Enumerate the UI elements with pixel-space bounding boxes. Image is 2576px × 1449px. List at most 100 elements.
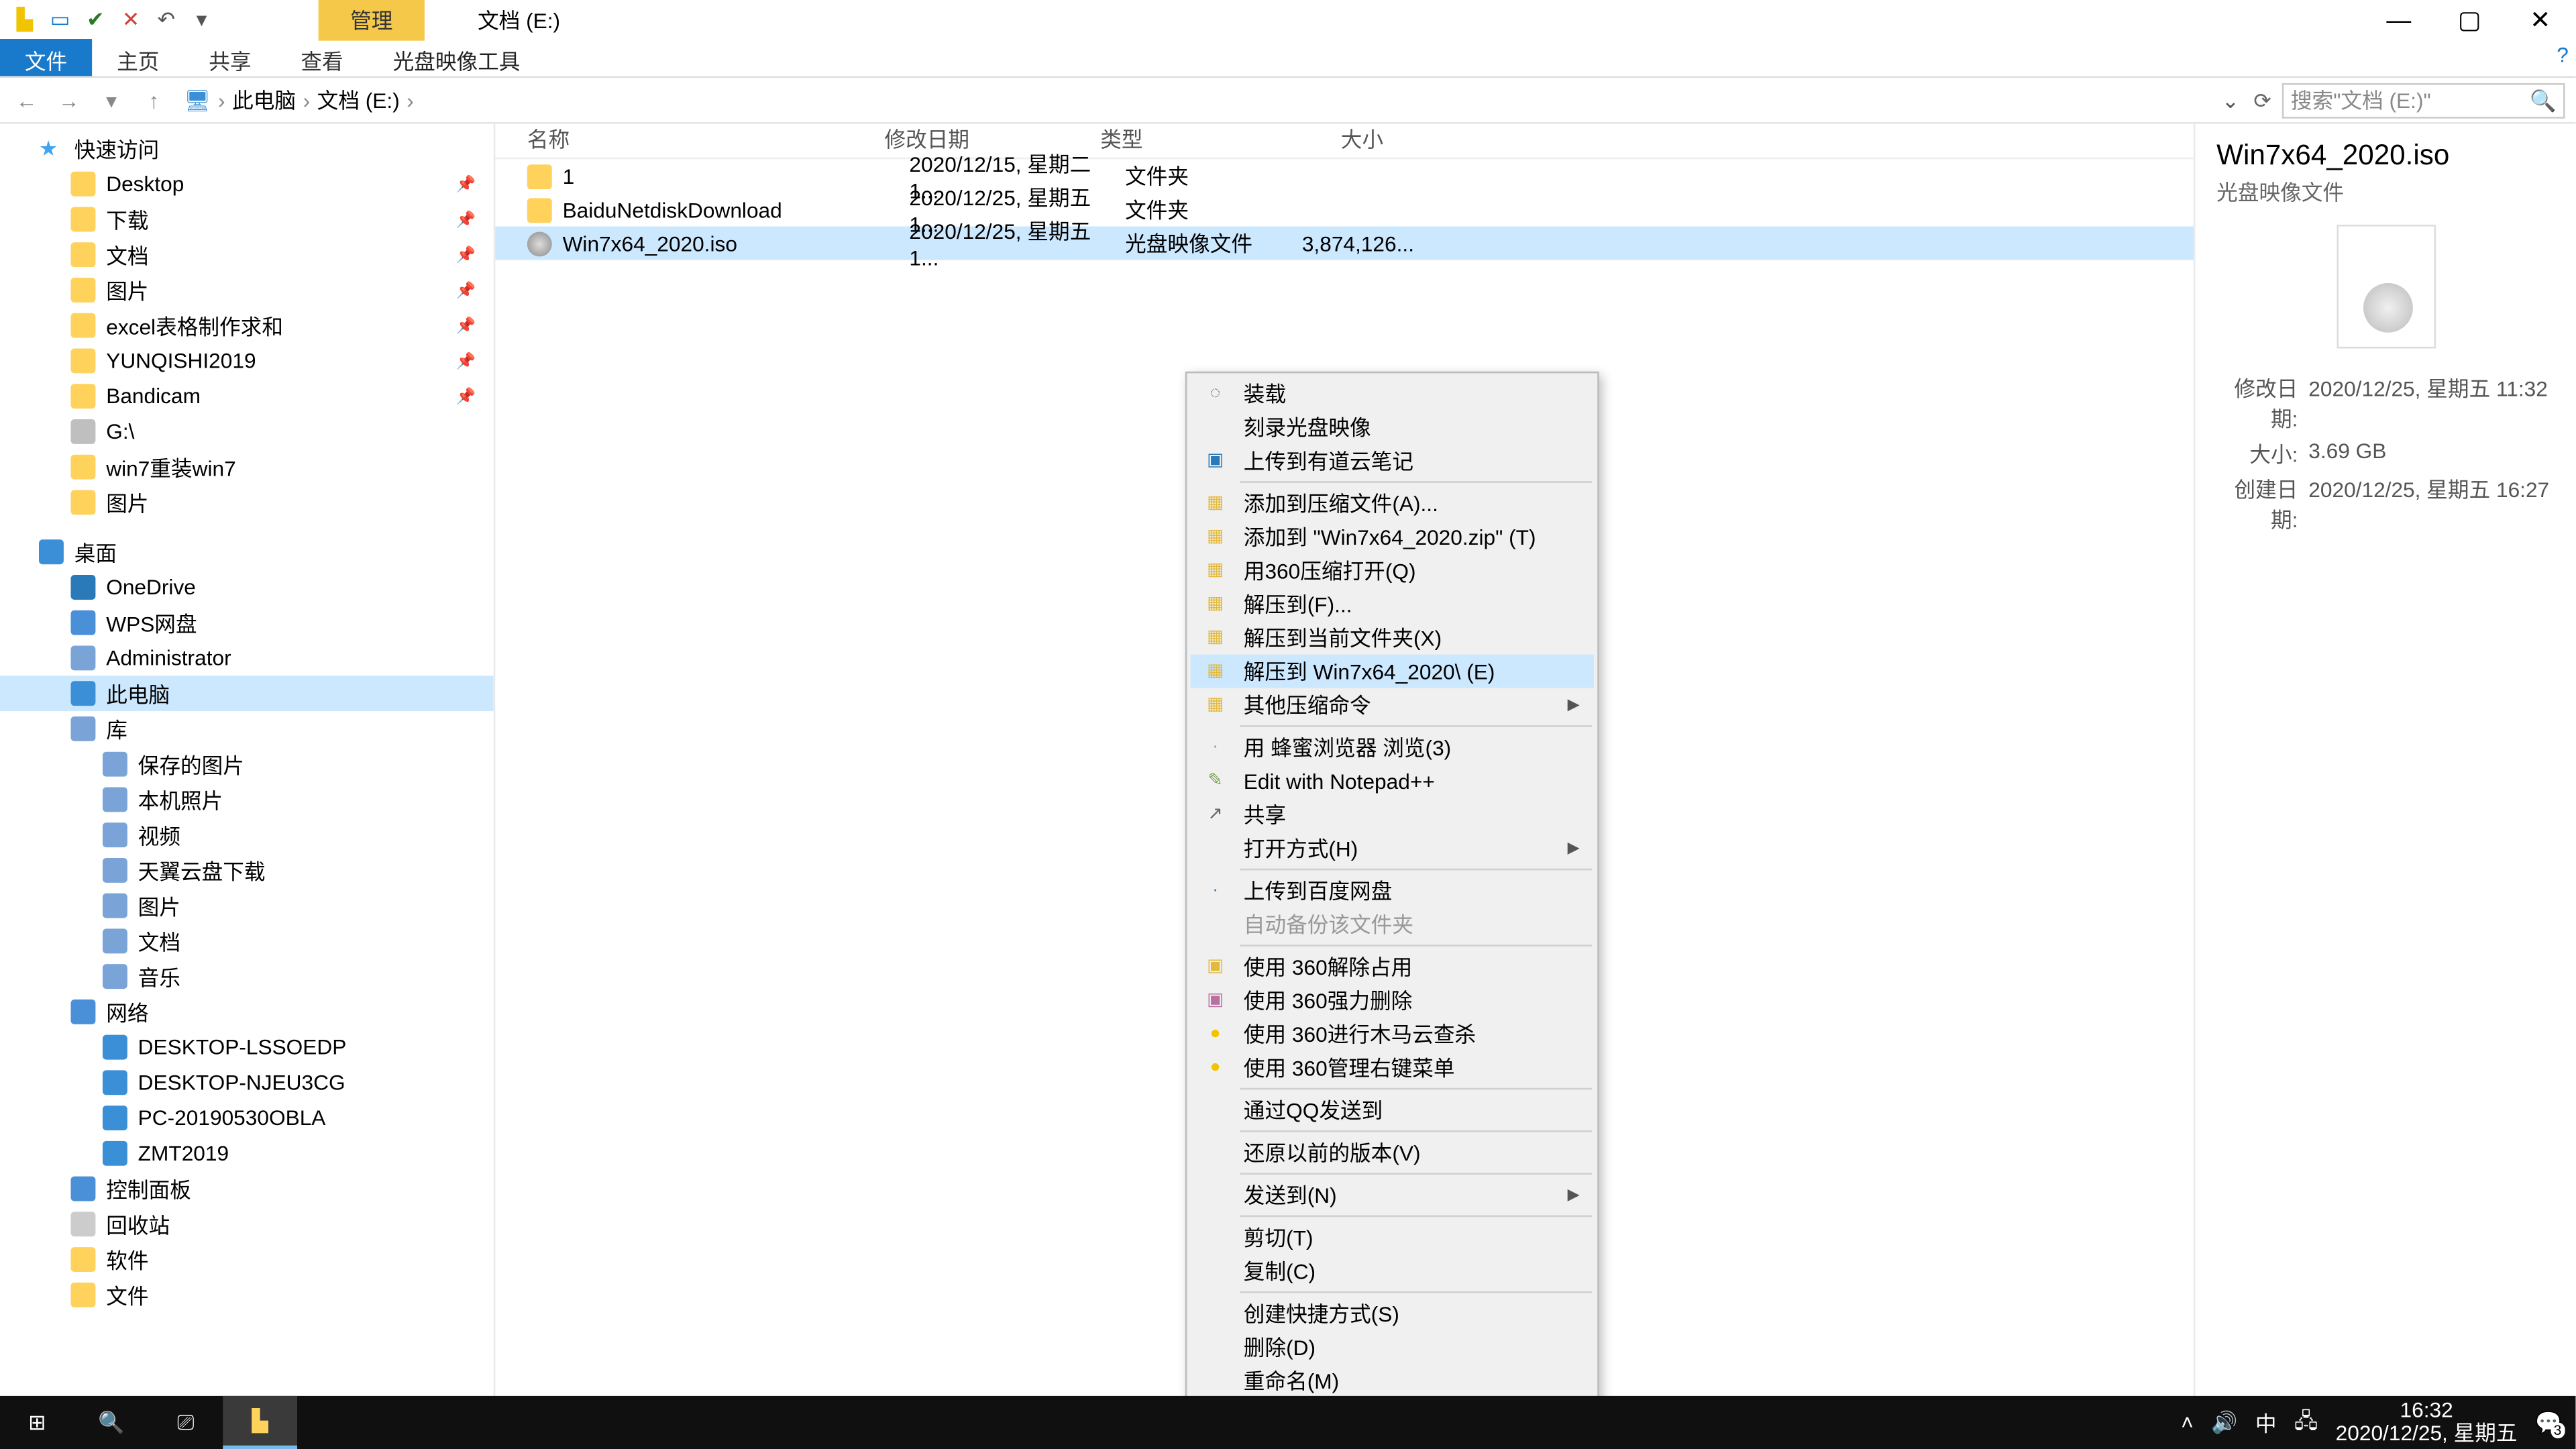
tree-net-item[interactable]: PC-20190530OBLA: [0, 1100, 494, 1136]
tree-onedrive[interactable]: OneDrive: [0, 570, 494, 605]
nav-back-icon[interactable]: ←: [11, 88, 42, 113]
tree-quick-item[interactable]: YUNQISHI2019📌: [0, 343, 494, 379]
ctx-item[interactable]: ▦解压到当前文件夹(X): [1191, 621, 1594, 655]
tree-lib-item[interactable]: 本机照片: [0, 782, 494, 818]
tab-iso-tool[interactable]: 光盘映像工具: [368, 39, 545, 76]
tree-quick-item[interactable]: G:\: [0, 414, 494, 449]
tree-net-item[interactable]: DESKTOP-LSSOEDP: [0, 1030, 494, 1065]
close-button[interactable]: ✕: [2505, 0, 2575, 39]
taskbar-search-icon[interactable]: 🔍: [74, 1396, 149, 1449]
ctx-item[interactable]: ▦其他压缩命令▶: [1191, 688, 1594, 722]
ctx-item[interactable]: ▦解压到 Win7x64_2020\ (E): [1191, 655, 1594, 688]
ctx-item[interactable]: ▣使用 360强力删除: [1191, 983, 1594, 1017]
tree-quick-item[interactable]: 文档📌: [0, 237, 494, 272]
file-row[interactable]: 12020/12/15, 星期二 1...文件夹: [495, 159, 2194, 193]
tree-quick-item[interactable]: 图片: [0, 485, 494, 521]
ctx-item[interactable]: ▦添加到 "Win7x64_2020.zip" (T): [1191, 520, 1594, 553]
tree-quick-item[interactable]: 图片📌: [0, 272, 494, 308]
tree-library[interactable]: 库: [0, 711, 494, 747]
tray-notification-icon[interactable]: 💬3: [2535, 1410, 2561, 1435]
ctx-item[interactable]: ●使用 360进行木马云查杀: [1191, 1017, 1594, 1051]
file-row[interactable]: BaiduNetdiskDownload2020/12/25, 星期五 1...…: [495, 193, 2194, 226]
ribbon-context-tab[interactable]: 管理: [319, 0, 425, 40]
ctx-item[interactable]: 还原以前的版本(V): [1191, 1136, 1594, 1169]
ctx-item[interactable]: ·用 蜂蜜浏览器 浏览(3): [1191, 731, 1594, 764]
tree-lib-item[interactable]: 文档: [0, 924, 494, 959]
taskbar-explorer[interactable]: ▙: [223, 1396, 297, 1449]
nav-tree: ★快速访问 Desktop📌下载📌文档📌图片📌excel表格制作求和📌YUNQI…: [0, 124, 495, 1410]
ctx-item[interactable]: 创建快捷方式(S): [1191, 1297, 1594, 1330]
ctx-item[interactable]: ▦解压到(F)...: [1191, 587, 1594, 621]
qat-check-icon[interactable]: ✔: [81, 5, 109, 34]
search-icon: 🔍: [2530, 88, 2556, 113]
qat-undo-icon[interactable]: ↶: [152, 5, 180, 34]
breadcrumb[interactable]: 🖥 › 此电脑 › 文档 (E:) ›: [184, 85, 2221, 115]
tree-software[interactable]: 软件: [0, 1242, 494, 1277]
tray-volume-icon[interactable]: 🔊: [2211, 1410, 2237, 1435]
ctx-item[interactable]: ·上传到百度网盘: [1191, 874, 1594, 908]
ctx-item[interactable]: ◌装载: [1191, 377, 1594, 411]
tree-controlpanel[interactable]: 控制面板: [0, 1171, 494, 1207]
tree-lib-item[interactable]: 音乐: [0, 959, 494, 994]
tree-quick-item[interactable]: win7重装win7: [0, 449, 494, 485]
ctx-item[interactable]: ↗共享: [1191, 798, 1594, 831]
tree-quick-item[interactable]: Desktop📌: [0, 166, 494, 202]
file-row[interactable]: Win7x64_2020.iso2020/12/25, 星期五 1...光盘映像…: [495, 227, 2194, 260]
maximize-button[interactable]: ▢: [2434, 0, 2505, 39]
tree-lib-item[interactable]: 图片: [0, 888, 494, 924]
qat-more-icon[interactable]: ▾: [188, 5, 216, 34]
tree-files[interactable]: 文件: [0, 1277, 494, 1313]
context-menu: ◌装载刻录光盘映像▣上传到有道云笔记 ▦添加到压缩文件(A)...▦添加到 "Wi…: [1185, 372, 1599, 1410]
nav-forward-icon[interactable]: →: [53, 88, 85, 113]
tree-thispc[interactable]: 此电脑: [0, 676, 494, 711]
ctx-item[interactable]: ▦用360压缩打开(Q): [1191, 553, 1594, 587]
tree-lib-item[interactable]: 视频: [0, 817, 494, 853]
minimize-button[interactable]: —: [2363, 0, 2434, 39]
tree-recycle[interactable]: 回收站: [0, 1206, 494, 1242]
tree-lib-item[interactable]: 天翼云盘下载: [0, 853, 494, 888]
refresh-icon[interactable]: ⟳: [2253, 88, 2271, 113]
ctx-item[interactable]: 复制(C): [1191, 1254, 1594, 1288]
ctx-item[interactable]: 刻录光盘映像: [1191, 411, 1594, 444]
tree-quick-item[interactable]: 下载📌: [0, 202, 494, 237]
tray-expand-icon[interactable]: ˄: [2181, 1410, 2194, 1435]
tree-quick-access[interactable]: ★快速访问: [0, 131, 494, 166]
tree-wps[interactable]: WPS网盘: [0, 605, 494, 641]
tree-network[interactable]: 网络: [0, 994, 494, 1030]
column-headers[interactable]: 名称 修改日期 类型 大小: [495, 124, 2194, 160]
nav-recent-icon[interactable]: ▾: [95, 88, 127, 113]
tab-file[interactable]: 文件: [0, 39, 92, 76]
start-button[interactable]: ⊞: [0, 1396, 74, 1449]
ctx-item[interactable]: 重命名(M): [1191, 1364, 1594, 1397]
ctx-item[interactable]: 发送到(N)▶: [1191, 1178, 1594, 1212]
ctx-item[interactable]: ▦添加到压缩文件(A)...: [1191, 486, 1594, 520]
tree-quick-item[interactable]: excel表格制作求和📌: [0, 308, 494, 343]
tree-net-item[interactable]: ZMT2019: [0, 1136, 494, 1171]
ctx-item[interactable]: 通过QQ发送到: [1191, 1093, 1594, 1127]
ctx-item[interactable]: ✎Edit with Notepad++: [1191, 764, 1594, 798]
tab-view[interactable]: 查看: [276, 39, 368, 76]
tree-quick-item[interactable]: Bandicam📌: [0, 378, 494, 414]
tab-home[interactable]: 主页: [92, 39, 184, 76]
ctx-item[interactable]: ▣上传到有道云笔记: [1191, 444, 1594, 478]
ctx-item[interactable]: ▣使用 360解除占用: [1191, 950, 1594, 983]
taskbar-clock[interactable]: 16:32 2020/12/25, 星期五: [2336, 1399, 2518, 1446]
tree-net-item[interactable]: DESKTOP-NJEU3CG: [0, 1065, 494, 1100]
qat-save-icon[interactable]: ▭: [46, 5, 74, 34]
ctx-item[interactable]: 剪切(T): [1191, 1221, 1594, 1254]
nav-up-icon[interactable]: ↑: [138, 88, 170, 113]
ctx-item[interactable]: 删除(D): [1191, 1330, 1594, 1364]
ctx-item[interactable]: 打开方式(H)▶: [1191, 831, 1594, 865]
tray-network-icon[interactable]: 🖧: [2294, 1404, 2318, 1441]
dropdown-icon[interactable]: ⌄: [2222, 88, 2240, 113]
help-icon[interactable]: ?: [2557, 42, 2569, 67]
ctx-item[interactable]: ●使用 360管理右键菜单: [1191, 1051, 1594, 1084]
tree-user[interactable]: Administrator: [0, 641, 494, 676]
tree-lib-item[interactable]: 保存的图片: [0, 747, 494, 782]
tab-share[interactable]: 共享: [184, 39, 276, 76]
tray-ime[interactable]: 中: [2255, 1407, 2277, 1438]
search-input[interactable]: 搜索"文档 (E:)" 🔍: [2282, 83, 2565, 118]
qat-delete-icon[interactable]: ✕: [117, 5, 145, 34]
tree-desktop[interactable]: 桌面: [0, 534, 494, 570]
taskview-icon[interactable]: ⎚: [149, 1396, 223, 1449]
